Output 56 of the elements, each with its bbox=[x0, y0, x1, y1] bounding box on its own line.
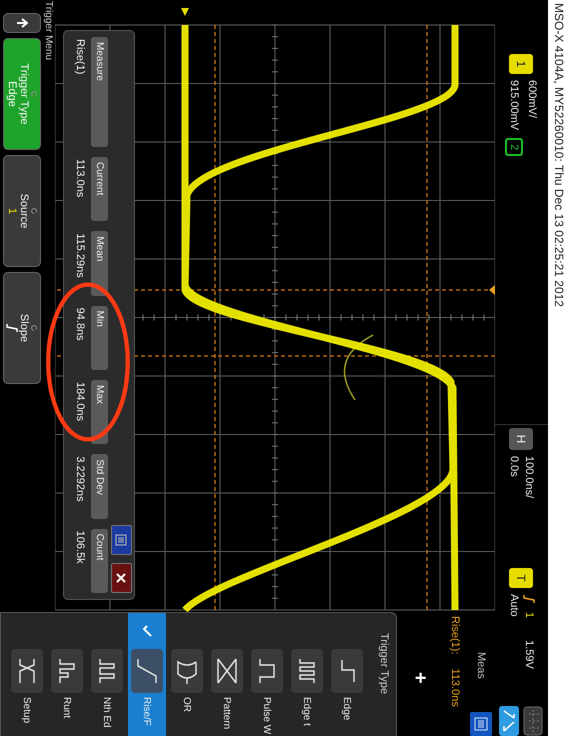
statistic-value: Rise(1) bbox=[74, 38, 87, 76]
trigger-level: 1.59V bbox=[523, 640, 535, 669]
rotate-icon bbox=[30, 324, 38, 332]
trigger-type-item[interactable]: OR bbox=[168, 613, 206, 736]
rising-edge-icon bbox=[523, 594, 535, 604]
trigger-type-item[interactable]: Pulse W bbox=[248, 613, 286, 736]
time-delay: 0.0s bbox=[508, 456, 520, 479]
channel-scale: 600mV/ bbox=[526, 80, 538, 120]
statistic-value: 113.0ns bbox=[74, 158, 87, 200]
channel-badge[interactable]: 2 bbox=[505, 138, 523, 156]
window-title: MSO-X 4104A, MY52260010: Thu Dec 13 02:25:21 2012 bbox=[548, 0, 570, 736]
back-button[interactable] bbox=[3, 13, 41, 33]
measurement-value: 113.0ns bbox=[449, 668, 461, 707]
trigger-badge[interactable]: T bbox=[510, 568, 534, 588]
statistic-value: 94.8ns bbox=[74, 306, 87, 343]
softkey-button[interactable]: Slope bbox=[3, 272, 41, 384]
trigger-type-item[interactable]: Runt bbox=[48, 613, 86, 736]
grid-icon[interactable] bbox=[524, 706, 544, 736]
statistic-label: Min bbox=[91, 306, 108, 370]
list-button[interactable] bbox=[111, 525, 132, 555]
trigger-type-item[interactable]: Edge bbox=[328, 613, 366, 736]
statistic-value: 3.2292ns bbox=[74, 455, 87, 504]
trigger-type-item[interactable]: Setup bbox=[8, 613, 46, 736]
rising-edge-icon bbox=[6, 323, 18, 333]
trigger-source: 1 bbox=[523, 612, 535, 618]
horizontal-badge[interactable]: H bbox=[510, 428, 534, 450]
channel-offset: 915.00mV bbox=[508, 80, 520, 130]
statistic-label: Current bbox=[91, 157, 108, 222]
close-button[interactable] bbox=[111, 563, 132, 593]
time-scale: 100.0ns/ bbox=[523, 456, 535, 498]
statistic-label: Measure bbox=[91, 37, 108, 147]
check-icon bbox=[142, 625, 152, 637]
trigger-mode: Auto bbox=[508, 594, 520, 619]
close-icon bbox=[116, 572, 128, 584]
statistic-label: Std Dev bbox=[91, 454, 108, 519]
add-button[interactable]: + bbox=[408, 668, 432, 688]
softkey-button[interactable]: Source 1 bbox=[3, 155, 41, 267]
trigger-type-item[interactable]: Pattern bbox=[208, 613, 246, 736]
statistic-value: 115.29ns bbox=[74, 232, 87, 280]
menu-title: Trigger Menu bbox=[42, 0, 54, 62]
rotate-icon bbox=[30, 207, 38, 215]
statistic-value: 184.0ns bbox=[74, 381, 87, 424]
trigger-type-item[interactable]: Rise/F bbox=[128, 613, 166, 736]
statistic-label: Count bbox=[91, 528, 108, 593]
measurement-label: Rise(1): bbox=[449, 616, 461, 655]
panel-title: Meas bbox=[475, 652, 487, 679]
statistic-value: 106.5k bbox=[74, 530, 87, 566]
trigger-type-item[interactable]: Nth Ed bbox=[88, 613, 126, 736]
channel-badge[interactable]: 1 bbox=[510, 54, 534, 74]
statistic-label: Max bbox=[91, 380, 108, 444]
statistic-label: Mean bbox=[91, 231, 108, 296]
trigger-type-item[interactable]: Edge t bbox=[288, 613, 326, 736]
rotate-icon bbox=[30, 90, 38, 98]
list-icon bbox=[116, 534, 128, 546]
panel-title: Trigger Type bbox=[377, 632, 391, 696]
list-icon[interactable] bbox=[470, 712, 492, 736]
